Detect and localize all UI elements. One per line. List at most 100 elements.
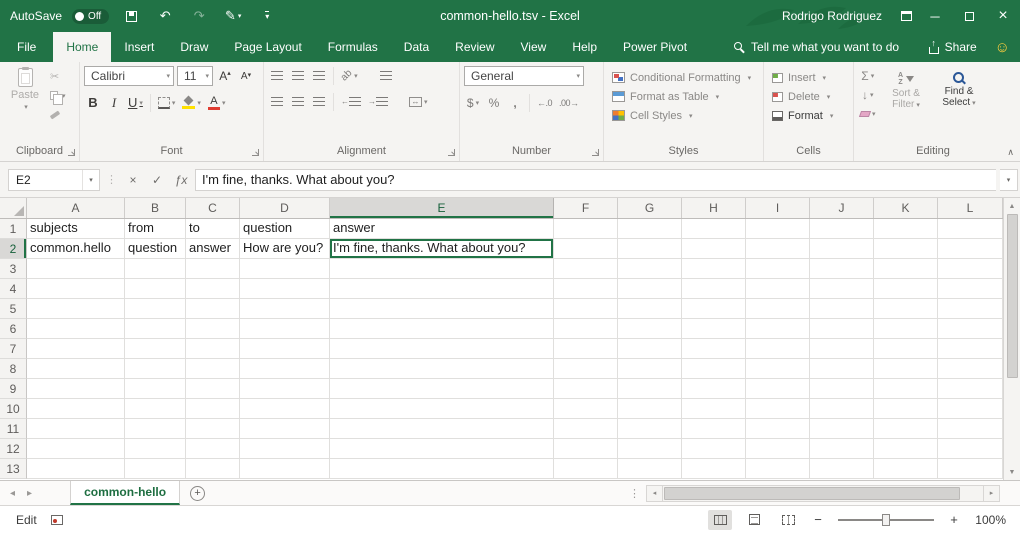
cell-e10[interactable] [330, 399, 554, 419]
cell-d7[interactable] [240, 339, 330, 359]
cell-l4[interactable] [938, 279, 1003, 299]
number-format-combo[interactable]: General▾ [464, 66, 584, 86]
share-button[interactable]: Share [929, 40, 977, 54]
next-sheet-button[interactable]: ▸ [27, 488, 32, 499]
cut-button[interactable]: ✂ [50, 69, 66, 84]
insert-cells-button[interactable]: Insert ▾ [768, 68, 849, 87]
cell-a3[interactable] [27, 259, 125, 279]
cell-d10[interactable] [240, 399, 330, 419]
cell-b11[interactable] [125, 419, 186, 439]
cell-a6[interactable] [27, 319, 125, 339]
align-right-button[interactable] [310, 92, 328, 111]
scroll-right-button[interactable]: ▸ [983, 485, 1000, 502]
cell-g3[interactable] [618, 259, 682, 279]
cell-a4[interactable] [27, 279, 125, 299]
tab-view[interactable]: View [508, 32, 560, 62]
bold-button[interactable]: B [84, 93, 102, 112]
orientation-button[interactable]: ab▾ [339, 66, 360, 85]
cell-k6[interactable] [874, 319, 938, 339]
cell-j10[interactable] [810, 399, 874, 419]
cell-e11[interactable] [330, 419, 554, 439]
cell-i8[interactable] [746, 359, 810, 379]
row-header-4[interactable]: 4 [0, 279, 27, 299]
name-box-dropdown-icon[interactable]: ▾ [82, 170, 99, 190]
cell-f5[interactable] [554, 299, 618, 319]
cell-b13[interactable] [125, 459, 186, 479]
cell-d8[interactable] [240, 359, 330, 379]
cell-j5[interactable] [810, 299, 874, 319]
cell-c7[interactable] [186, 339, 240, 359]
column-header-d[interactable]: D [240, 198, 330, 218]
maximize-button[interactable] [952, 0, 986, 32]
zoom-in-button[interactable]: + [946, 512, 962, 527]
page-break-view-button[interactable] [776, 510, 800, 530]
cell-b7[interactable] [125, 339, 186, 359]
align-left-button[interactable] [268, 92, 286, 111]
cell-i1[interactable] [746, 219, 810, 239]
cell-j6[interactable] [810, 319, 874, 339]
row-header-2[interactable]: 2 [0, 239, 27, 259]
cell-l6[interactable] [938, 319, 1003, 339]
cell-c9[interactable] [186, 379, 240, 399]
new-sheet-button[interactable]: + [190, 486, 205, 501]
cell-k7[interactable] [874, 339, 938, 359]
clear-button[interactable]: ▾ [858, 105, 878, 123]
cell-i10[interactable] [746, 399, 810, 419]
previous-sheet-button[interactable]: ◂ [10, 488, 15, 499]
cell-l3[interactable] [938, 259, 1003, 279]
cell-j11[interactable] [810, 419, 874, 439]
cell-f8[interactable] [554, 359, 618, 379]
cell-f11[interactable] [554, 419, 618, 439]
cell-h7[interactable] [682, 339, 746, 359]
cell-k9[interactable] [874, 379, 938, 399]
cell-j4[interactable] [810, 279, 874, 299]
cell-h1[interactable] [682, 219, 746, 239]
cell-k4[interactable] [874, 279, 938, 299]
cell-h12[interactable] [682, 439, 746, 459]
alignment-dialog-launcher[interactable] [448, 149, 455, 156]
undo-button[interactable]: ↶ [153, 4, 177, 28]
column-header-j[interactable]: J [810, 198, 874, 218]
cell-g13[interactable] [618, 459, 682, 479]
cell-i4[interactable] [746, 279, 810, 299]
enter-entry-button[interactable]: ✓ [147, 169, 167, 191]
row-header-5[interactable]: 5 [0, 299, 27, 319]
column-header-k[interactable]: K [874, 198, 938, 218]
scroll-left-button[interactable]: ◂ [646, 485, 663, 502]
tab-page-layout[interactable]: Page Layout [221, 32, 314, 62]
row-header-7[interactable]: 7 [0, 339, 27, 359]
cell-h11[interactable] [682, 419, 746, 439]
select-all-button[interactable] [0, 198, 27, 218]
cell-a2[interactable]: common.hello [27, 239, 125, 259]
cell-l1[interactable] [938, 219, 1003, 239]
cell-e8[interactable] [330, 359, 554, 379]
zoom-slider-thumb[interactable] [882, 514, 890, 526]
format-cells-button[interactable]: Format ▾ [768, 106, 849, 125]
cell-j3[interactable] [810, 259, 874, 279]
cell-l11[interactable] [938, 419, 1003, 439]
tab-insert[interactable]: Insert [111, 32, 167, 62]
cell-i9[interactable] [746, 379, 810, 399]
scroll-up-button[interactable]: ▲ [1004, 198, 1020, 214]
cell-g8[interactable] [618, 359, 682, 379]
underline-button[interactable]: U▾ [126, 93, 145, 112]
cell-d9[interactable] [240, 379, 330, 399]
cell-e2[interactable]: I'm fine, thanks. What about you? [330, 239, 554, 259]
cell-f7[interactable] [554, 339, 618, 359]
cell-e4[interactable] [330, 279, 554, 299]
copy-button[interactable]: ▾ [50, 88, 66, 103]
tab-data[interactable]: Data [391, 32, 442, 62]
cell-g1[interactable] [618, 219, 682, 239]
cell-b3[interactable] [125, 259, 186, 279]
cell-g12[interactable] [618, 439, 682, 459]
cell-h10[interactable] [682, 399, 746, 419]
cell-j13[interactable] [810, 459, 874, 479]
cell-a9[interactable] [27, 379, 125, 399]
cell-a8[interactable] [27, 359, 125, 379]
insert-function-button[interactable]: ƒx [171, 169, 191, 191]
cell-d6[interactable] [240, 319, 330, 339]
column-header-c[interactable]: C [186, 198, 240, 218]
cell-h6[interactable] [682, 319, 746, 339]
cell-i2[interactable] [746, 239, 810, 259]
column-header-b[interactable]: B [125, 198, 186, 218]
